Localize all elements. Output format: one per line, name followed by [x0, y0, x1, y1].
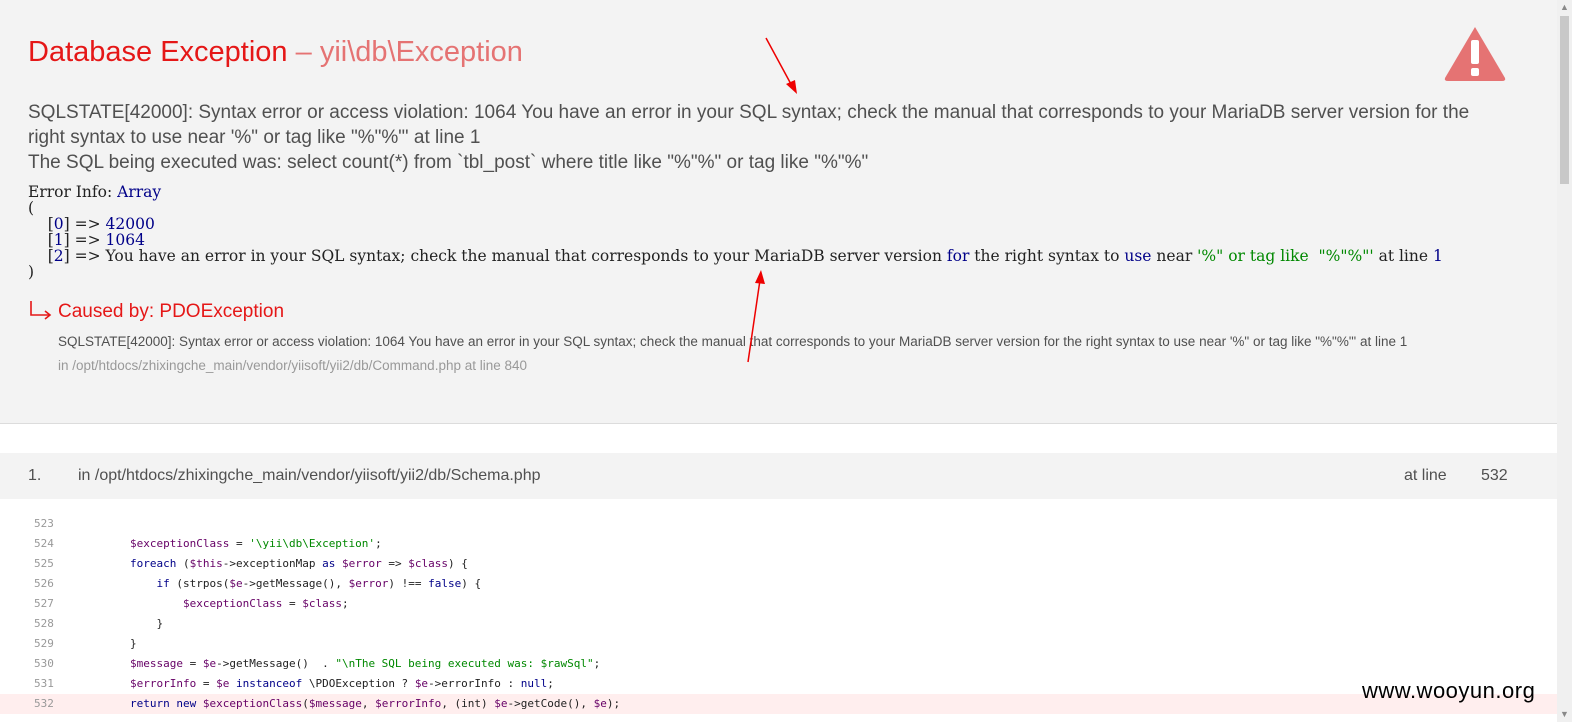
caused-by-message: SQLSTATE[42000]: Syntax error or access …: [58, 334, 1408, 349]
code-snippet: 523 524 $exceptionClass = '\yii\db\Except…: [0, 514, 1557, 714]
code-line: 527 $exceptionClass = $class;: [34, 597, 349, 610]
error-info-open: (: [28, 199, 35, 217]
error-info-item: [2] => You have an error in your SQL syn…: [47, 247, 1443, 265]
warning-triangle-icon: [1444, 27, 1506, 81]
caused-by-title: Caused by: PDOException: [28, 300, 284, 323]
vertical-scrollbar[interactable]: ▲ ▼: [1557, 0, 1572, 722]
code-line: 523: [34, 517, 54, 530]
stack-trace-item[interactable]: 1. in /opt/htdocs/zhixingche_main/vendor…: [0, 453, 1557, 499]
code-line: 525 foreach ($this->exceptionMap as $erro…: [34, 557, 468, 570]
error-info-type: Array: [117, 183, 162, 201]
code-line: 530 $message = $e->getMessage() . "\nThe …: [34, 657, 601, 670]
code-line: 528 }: [34, 617, 164, 630]
scroll-down-arrow-icon[interactable]: ▼: [1557, 707, 1572, 722]
error-info: Error Info: Array ( [0] => 42000 [1] => …: [28, 184, 1443, 280]
code-line: 526 if (strpos($e->getMessage(), $error)…: [34, 577, 482, 590]
caused-by-file: in /opt/htdocs/zhixingche_main/vendor/yi…: [58, 358, 528, 373]
error-info-label: Error Info:: [28, 183, 118, 201]
return-arrow-icon: [30, 301, 52, 320]
code-line: 524 $exceptionClass = '\yii\db\Exception'…: [34, 537, 382, 550]
page-title: Database Exception – yii\db\Exception: [28, 36, 523, 69]
code-line: 531 $errorInfo = $e instanceof \PDOExcept…: [34, 677, 554, 690]
title-separator: –: [287, 36, 320, 68]
message-sqlstate: SQLSTATE[42000]: Syntax error or access …: [28, 102, 1470, 148]
trace-file[interactable]: in /opt/htdocs/zhixingche_main/vendor/yi…: [78, 467, 540, 485]
caused-by-label: Caused by: PDOException: [58, 301, 285, 322]
trace-at-line-label: at line: [1404, 467, 1447, 484]
exception-class: yii\db\Exception: [319, 36, 523, 68]
exception-message: SQLSTATE[42000]: Syntax error or access …: [28, 100, 1508, 175]
trace-line-number: 532: [1481, 467, 1508, 484]
scroll-up-arrow-icon[interactable]: ▲: [1557, 0, 1572, 15]
code-line-highlighted: 532 return new $exceptionClass($message, …: [0, 694, 1557, 714]
exception-header: Database Exception – yii\db\Exception SQ…: [0, 0, 1557, 424]
trace-number: 1.: [28, 467, 42, 484]
code-line: 529}: [34, 637, 137, 650]
message-sql-executed: The SQL being executed was: select count…: [28, 152, 869, 173]
title-main: Database Exception: [28, 36, 288, 68]
error-info-close: ): [28, 263, 35, 281]
watermark: www.wooyun.org: [1362, 678, 1536, 703]
scrollbar-thumb[interactable]: [1560, 16, 1569, 184]
